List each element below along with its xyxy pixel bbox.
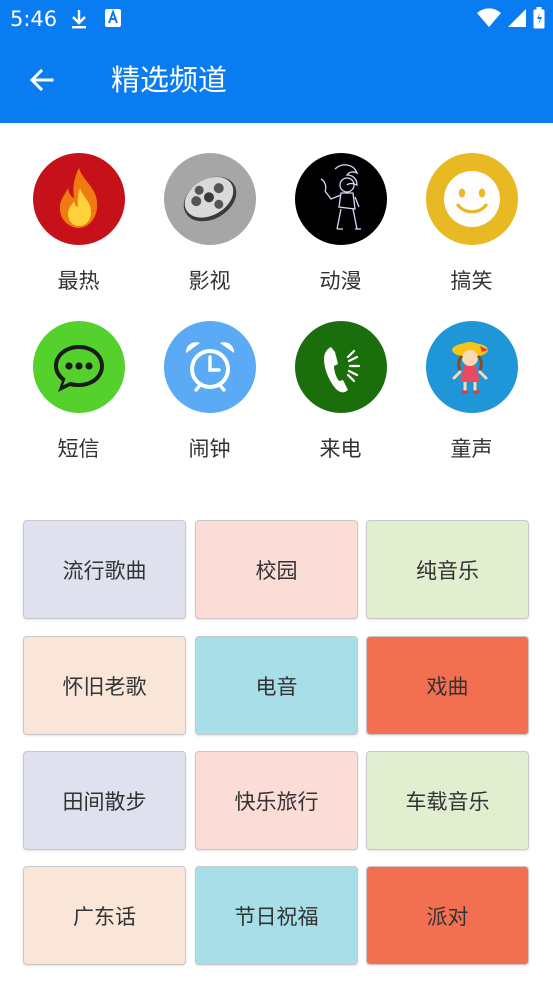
channel-item-alarm[interactable]: 闹钟: [144, 321, 275, 463]
channel-item-anime[interactable]: 动漫: [275, 153, 406, 295]
tile-category[interactable]: 戏曲: [366, 636, 529, 735]
phone-ringing-icon: [294, 321, 387, 413]
child-icon: [425, 321, 518, 413]
channel-label: 动漫: [319, 269, 362, 293]
channel-item-kids[interactable]: 童声: [406, 321, 537, 463]
tile-category[interactable]: 纯音乐: [366, 520, 529, 619]
arrow-left-icon: [29, 68, 54, 92]
fire-icon: [32, 153, 125, 245]
channel-label: 闹钟: [188, 437, 231, 461]
status-bar: 5:46: [0, 0, 553, 38]
download-icon: [70, 8, 88, 34]
channel-label: 搞笑: [450, 269, 493, 293]
page-title: 精选频道: [111, 63, 228, 97]
channel-item-film[interactable]: 影视: [144, 153, 275, 295]
tile-category[interactable]: 电音: [195, 636, 358, 735]
tile-category[interactable]: 快乐旅行: [195, 751, 358, 850]
channel-label: 影视: [188, 269, 231, 293]
channel-label: 童声: [450, 437, 493, 461]
tile-category[interactable]: 派对: [366, 866, 529, 965]
channel-item-funny[interactable]: 搞笑: [406, 153, 537, 295]
signal-icon: [507, 8, 527, 32]
tile-category[interactable]: 流行歌曲: [23, 520, 186, 619]
anime-character-icon: [294, 153, 387, 245]
tile-category[interactable]: 车载音乐: [366, 751, 529, 850]
tile-category[interactable]: 节日祝福: [195, 866, 358, 965]
message-bubble-icon: [32, 321, 125, 413]
tile-category[interactable]: 校园: [195, 520, 358, 619]
battery-icon: [533, 7, 545, 33]
a-icon: [104, 8, 122, 32]
tile-category[interactable]: 广东话: [23, 866, 186, 965]
channel-label: 来电: [319, 437, 362, 461]
alarm-clock-icon: [163, 321, 256, 413]
channel-label: 最热: [57, 269, 100, 293]
film-reel-icon: [163, 153, 256, 245]
app-bar: 精选频道: [0, 38, 553, 123]
channel-label: 短信: [57, 437, 100, 461]
channel-item-sms[interactable]: 短信: [13, 321, 144, 463]
channel-item-hot[interactable]: 最热: [13, 153, 144, 295]
wifi-icon: [477, 8, 501, 32]
channel-item-ringtone[interactable]: 来电: [275, 321, 406, 463]
status-time: 5:46: [10, 7, 58, 31]
tile-category[interactable]: 怀旧老歌: [23, 636, 186, 735]
tile-category[interactable]: 田间散步: [23, 751, 186, 850]
smiley-icon: [425, 153, 518, 245]
back-button[interactable]: [22, 60, 62, 100]
